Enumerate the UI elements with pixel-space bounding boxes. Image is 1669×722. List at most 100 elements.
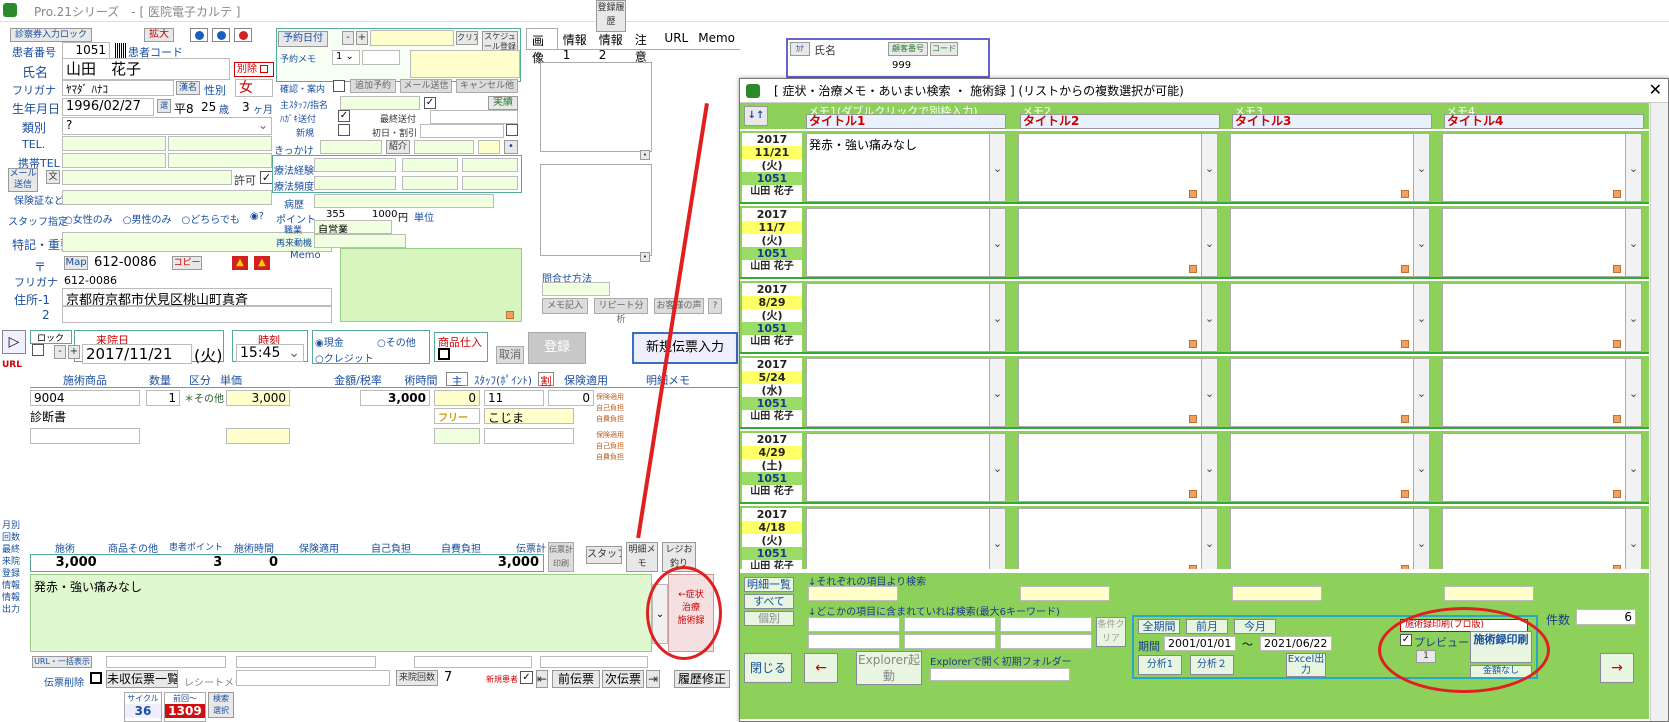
repeat-analysis-button[interactable]: リピート分析 [594, 298, 648, 325]
memo4-cell[interactable]: ⌄ [1442, 283, 1642, 352]
code-button[interactable]: コード [930, 42, 958, 56]
expand-button[interactable]: 拡大 [144, 28, 174, 42]
memo-expand-icon[interactable] [1401, 265, 1409, 273]
detail-time-field-2[interactable] [434, 428, 480, 444]
memo-expand-icon[interactable] [1613, 340, 1621, 348]
birth-field[interactable]: 1996/02/27 [62, 98, 154, 116]
count-field[interactable]: 6 [1576, 609, 1636, 625]
keyword-1[interactable] [808, 617, 900, 632]
memo-expand-icon[interactable] [1189, 565, 1197, 569]
zip-field[interactable]: 612-0086 [94, 255, 157, 270]
add-booking-button[interactable]: 追加予約 [350, 79, 396, 93]
tab-url[interactable]: URL [659, 28, 693, 49]
memo-expand-icon[interactable] [1613, 415, 1621, 423]
memo1-cell[interactable]: ⌄ [806, 283, 1006, 352]
keyword-5[interactable] [904, 634, 996, 649]
image-box-1[interactable] [540, 62, 652, 152]
memo-expand-icon[interactable] [1613, 190, 1621, 198]
history-field[interactable] [314, 194, 494, 208]
exclude-button[interactable]: 別除 [234, 62, 274, 77]
staff-pref-unknown[interactable]: ◉? [250, 211, 264, 226]
kana-convert-button[interactable]: 漢名 [176, 81, 200, 95]
memo-expand-icon[interactable] [1189, 415, 1197, 423]
url-side-label[interactable]: URL [2, 360, 26, 374]
memo-row[interactable]: 2017 8/29 (火) 1051 山田 花子 ⌄ ⌄ ⌄ ⌄ [740, 281, 1649, 354]
chevron-down-icon[interactable]: ⌄ [1413, 359, 1429, 426]
next-arrow-button[interactable]: → [1600, 653, 1634, 683]
memo4-cell[interactable]: ⌄ [1442, 433, 1642, 502]
memo3-cell[interactable]: ⌄ [1230, 133, 1430, 202]
chevron-down-icon[interactable]: ⌄ [1201, 209, 1217, 276]
keyword-2[interactable] [904, 617, 996, 632]
memo3-cell[interactable]: ⌄ [1230, 208, 1430, 277]
memo2-cell[interactable]: ⌄ [1018, 133, 1218, 202]
chevron-down-icon[interactable]: ⌄ [1413, 509, 1429, 569]
memo-expand-icon[interactable] [1613, 265, 1621, 273]
booking-clear-button[interactable]: クリア [456, 31, 478, 45]
prev-month-button[interactable]: 前月 [1186, 619, 1228, 634]
detail-amount-field[interactable]: 3,000 [360, 390, 430, 406]
memo-expand-icon[interactable] [1401, 415, 1409, 423]
warning-up-icon[interactable]: ▲ [232, 256, 248, 270]
memo4-cell[interactable]: ⌄ [1442, 133, 1642, 202]
row-date-cell[interactable]: 2017 4/18 (火) 1051 山田 花子 [742, 508, 802, 569]
mail-send-button[interactable]: メール送信 [8, 168, 38, 192]
first-slip-button[interactable]: ⇤ [536, 670, 548, 688]
detail-price-field-2[interactable] [226, 428, 290, 444]
chevron-down-icon[interactable]: ⌄ [989, 209, 1005, 276]
excel-output-button[interactable]: Excel出力 [1286, 653, 1326, 677]
period-to-field[interactable]: 2021/06/22 [1260, 636, 1332, 651]
prev-slip-button[interactable]: 前伝票 [552, 670, 600, 688]
register-button[interactable]: 登録 [528, 332, 586, 364]
intro-dot-button[interactable]: • [504, 140, 518, 154]
staff-button[interactable]: スタッフ [586, 546, 622, 564]
goods-checkbox[interactable] [438, 348, 450, 360]
kana-field[interactable]: ﾔﾏﾀﾞ ﾊﾅｺ [62, 80, 174, 96]
image-box-2[interactable] [540, 164, 652, 256]
modal-scrollbar[interactable] [1650, 103, 1668, 721]
memo1-cell[interactable]: ⌄ [806, 208, 1006, 277]
url-field-2[interactable] [236, 656, 376, 668]
all-period-button[interactable]: 全期間 [1138, 619, 1180, 634]
slip-print-button[interactable]: 伝票計印刷 [548, 542, 574, 572]
mail-field[interactable] [62, 170, 232, 185]
chevron-down-icon[interactable]: ⌄ [1201, 509, 1217, 569]
search-field-3[interactable] [1232, 586, 1322, 601]
addr-kana-field[interactable]: 612-0086 [64, 274, 117, 287]
staff-pref-female[interactable]: ○女性のみ [64, 211, 113, 226]
memo2-cell[interactable]: ⌄ [1018, 508, 1218, 569]
exp-select-3[interactable] [462, 158, 518, 172]
trigger-field[interactable] [320, 140, 382, 154]
job-field[interactable]: 自営業 [314, 220, 392, 234]
memo-expand-icon[interactable] [1401, 565, 1409, 569]
main-staff-field[interactable] [340, 96, 420, 110]
search-field-4[interactable] [1444, 586, 1534, 601]
chevron-down-icon[interactable]: ⌄ [1413, 209, 1429, 276]
side-info-out[interactable]: 情報出力 [2, 592, 24, 616]
booking-memo-field[interactable] [410, 50, 520, 78]
memo2-area[interactable] [340, 248, 522, 322]
detail-point-field[interactable]: 0 [548, 390, 594, 406]
side-monthly[interactable]: 月別回数 [2, 520, 24, 544]
memo-expand-icon[interactable] [1189, 340, 1197, 348]
tab-caution[interactable]: 注意 [630, 28, 660, 64]
memo-expand-icon[interactable] [1613, 565, 1621, 569]
warning-up-icon-2[interactable]: ▲ [254, 256, 270, 270]
url-field-3[interactable] [414, 656, 532, 668]
memo-expand-icon[interactable] [1401, 190, 1409, 198]
explorer-folder-field[interactable] [930, 668, 1070, 681]
booking-memo-sub-select[interactable] [362, 50, 400, 65]
detail-code-field-2[interactable] [30, 428, 140, 444]
chevron-down-icon[interactable]: ⌄ [1625, 284, 1641, 351]
insurance-field[interactable] [62, 190, 272, 205]
url-field-4[interactable] [540, 656, 648, 668]
map-button[interactable]: Map [64, 256, 88, 270]
list-mode-button[interactable]: ｶﾅ [790, 42, 810, 56]
booking-mail-button[interactable]: メール送信 [400, 79, 452, 93]
cancel-other-button[interactable]: キャンセル他 [456, 79, 518, 93]
search-field-1[interactable] [808, 586, 898, 601]
mail-text-button[interactable]: 文 [46, 170, 60, 184]
chevron-down-icon[interactable]: ⌄ [989, 509, 1005, 569]
last-sent-field[interactable] [430, 110, 518, 124]
memo1-cell[interactable]: ⌄ [806, 358, 1006, 427]
